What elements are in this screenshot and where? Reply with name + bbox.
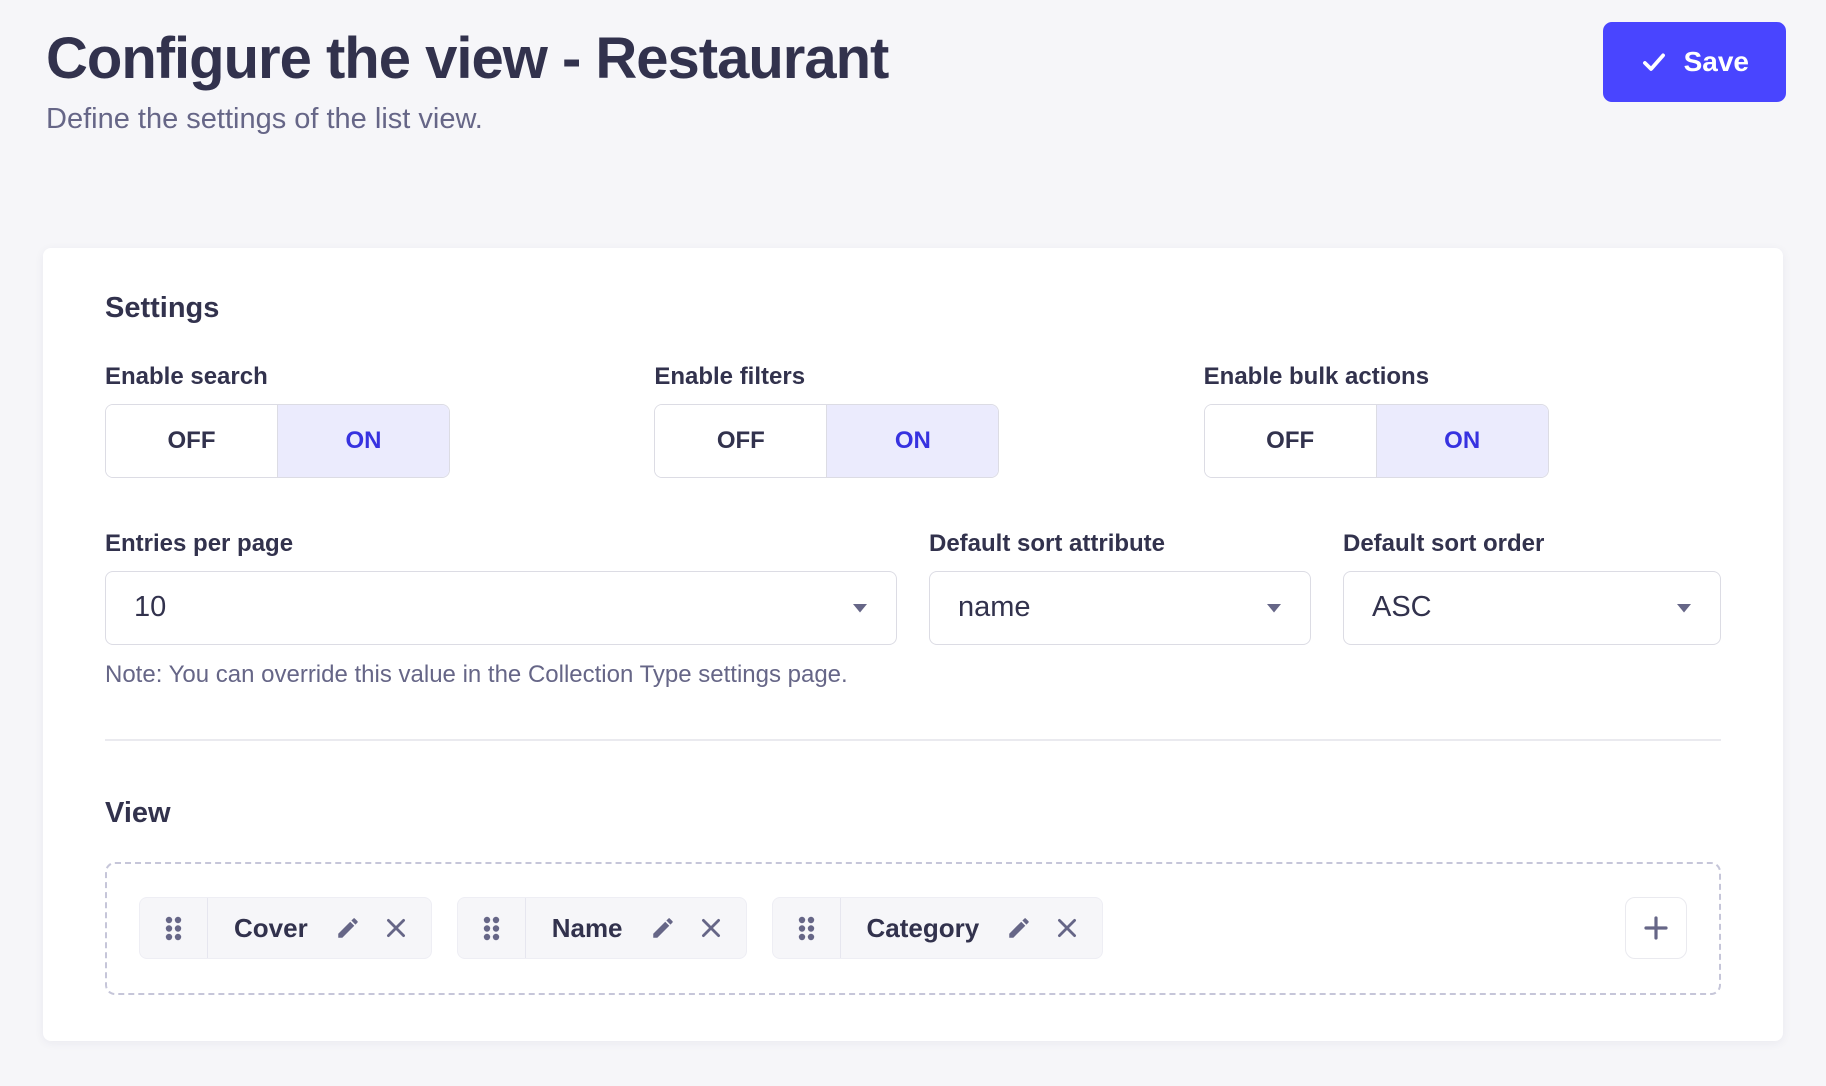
enable-filters-toggle: OFF ON — [654, 404, 999, 478]
enable-search-off-button[interactable]: OFF — [106, 405, 277, 477]
enable-search-label: Enable search — [105, 363, 622, 391]
default-sort-order-value: ASC — [1372, 591, 1432, 624]
page-title: Configure the view - Restaurant — [46, 26, 1786, 93]
enable-bulk-actions-toggle: OFF ON — [1204, 404, 1549, 478]
drag-handle[interactable] — [773, 898, 841, 958]
field-chip-label: Category — [841, 913, 996, 944]
field-chip-category: Category — [772, 897, 1104, 959]
drag-handle[interactable] — [140, 898, 208, 958]
enable-bulk-actions-on-button[interactable]: ON — [1376, 405, 1548, 477]
field-chip-cover: Cover — [139, 897, 432, 959]
settings-heading: Settings — [105, 292, 1721, 325]
enable-filters-on-button[interactable]: ON — [826, 405, 998, 477]
field-enable-bulk-actions: Enable bulk actions OFF ON — [1204, 363, 1721, 478]
enable-filters-label: Enable filters — [654, 363, 1171, 391]
field-entries-per-page: Entries per page 10 — [105, 530, 897, 645]
default-sort-attribute-select[interactable]: name — [929, 571, 1311, 645]
entries-per-page-label: Entries per page — [105, 530, 897, 558]
drag-handle-icon — [165, 916, 182, 941]
save-button-label: Save — [1684, 46, 1749, 78]
add-field-button[interactable] — [1625, 897, 1687, 959]
enable-filters-off-button[interactable]: OFF — [655, 405, 826, 477]
drag-handle-icon — [798, 916, 815, 941]
field-default-sort-order: Default sort order ASC — [1343, 530, 1721, 645]
edit-field-button[interactable] — [324, 915, 372, 941]
default-sort-attribute-label: Default sort attribute — [929, 530, 1311, 558]
default-sort-order-select[interactable]: ASC — [1343, 571, 1721, 645]
drag-handle[interactable] — [458, 898, 526, 958]
field-enable-search: Enable search OFF ON — [105, 363, 622, 478]
view-field-list: Cover — [105, 862, 1721, 995]
enable-search-on-button[interactable]: ON — [277, 405, 449, 477]
settings-card: Settings Enable search OFF ON Enable fil… — [43, 248, 1783, 1041]
pencil-icon — [1006, 915, 1032, 941]
save-button[interactable]: Save — [1603, 22, 1786, 102]
entries-per-page-note: Note: You can override this value in the… — [105, 661, 1721, 689]
pencil-icon — [650, 915, 676, 941]
close-icon — [1054, 915, 1080, 941]
remove-field-button[interactable] — [1043, 915, 1102, 941]
enable-search-toggle: OFF ON — [105, 404, 450, 478]
chevron-down-icon — [1266, 603, 1282, 613]
view-heading: View — [105, 797, 1721, 830]
drag-handle-icon — [483, 916, 500, 941]
entries-per-page-select[interactable]: 10 — [105, 571, 897, 645]
chevron-down-icon — [1676, 603, 1692, 613]
page-header: Configure the view - Restaurant Define t… — [0, 0, 1826, 136]
selects-row: Entries per page 10 Default sort attribu… — [105, 530, 1721, 645]
section-divider — [105, 739, 1721, 741]
edit-field-button[interactable] — [639, 915, 687, 941]
page-subtitle: Define the settings of the list view. — [46, 103, 1786, 136]
default-sort-attribute-value: name — [958, 591, 1031, 624]
plus-icon — [1640, 912, 1672, 944]
default-sort-order-label: Default sort order — [1343, 530, 1721, 558]
edit-field-button[interactable] — [995, 915, 1043, 941]
close-icon — [383, 915, 409, 941]
close-icon — [698, 915, 724, 941]
pencil-icon — [335, 915, 361, 941]
enable-bulk-actions-off-button[interactable]: OFF — [1205, 405, 1376, 477]
entries-per-page-value: 10 — [134, 591, 166, 624]
toggles-row: Enable search OFF ON Enable filters OFF … — [105, 363, 1721, 478]
enable-bulk-actions-label: Enable bulk actions — [1204, 363, 1721, 391]
field-default-sort-attribute: Default sort attribute name — [929, 530, 1311, 645]
field-chip-label: Cover — [208, 913, 324, 944]
field-chip-label: Name — [526, 913, 639, 944]
remove-field-button[interactable] — [372, 915, 431, 941]
field-chip-name: Name — [457, 897, 747, 959]
chevron-down-icon — [852, 603, 868, 613]
field-enable-filters: Enable filters OFF ON — [654, 363, 1171, 478]
check-icon — [1640, 48, 1668, 76]
remove-field-button[interactable] — [687, 915, 746, 941]
